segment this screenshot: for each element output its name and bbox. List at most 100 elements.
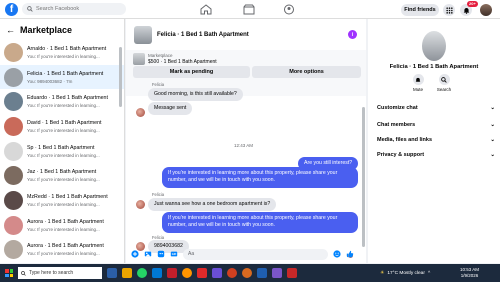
sender-avatar[interactable] [136, 108, 145, 117]
mark-as-pending-button[interactable]: Mark as pending [133, 66, 250, 78]
app-icon[interactable] [242, 268, 252, 278]
firefox-icon[interactable] [182, 268, 192, 278]
chat-panel: Felicia · 1 Bed 1 Bath Apartment i Marke… [126, 19, 366, 263]
sticker-icon[interactable] [157, 250, 165, 258]
file-explorer-icon[interactable] [122, 268, 132, 278]
sidebar-scrollbar[interactable] [119, 47, 122, 107]
tray-chevron-icon[interactable]: ^ [428, 271, 430, 276]
chat-header: Felicia · 1 Bed 1 Bath Apartment [126, 19, 366, 51]
message-thread: Felicia Good morning, is this still avai… [126, 79, 362, 258]
profile-avatar[interactable] [480, 4, 492, 16]
conversation-item[interactable]: Felicia · 1 Bed 1 Bath Apartment You: 989… [0, 64, 124, 90]
menu-button[interactable] [443, 4, 455, 16]
incoming-message[interactable]: Good morning, is this still available? [148, 88, 243, 102]
details-listing-thumbnail[interactable] [422, 31, 446, 61]
like-icon[interactable] [346, 250, 354, 258]
conversation-preview: You: If you're interested in learning... [27, 152, 100, 158]
search-action[interactable]: Search [433, 74, 455, 92]
outgoing-message[interactable]: If you're interested in learning more ab… [162, 212, 358, 233]
back-arrow-icon[interactable]: ← [6, 25, 15, 35]
gif-icon[interactable]: GIF [170, 250, 178, 258]
chevron-down-icon: ⌄ [490, 152, 495, 158]
photo-icon[interactable] [144, 250, 152, 258]
conversation-thumbnail [4, 166, 23, 186]
top-bar: f Find friends 20+ [0, 0, 500, 19]
more-options-button[interactable]: More options [252, 66, 361, 78]
conversation-thumbnail [4, 215, 23, 235]
store-icon[interactable] [152, 268, 162, 278]
message-input[interactable]: Aa [183, 248, 328, 260]
chevron-down-icon: ⌄ [490, 122, 495, 128]
find-friends-button[interactable]: Find friends [401, 4, 439, 16]
search-icon [21, 270, 26, 276]
windows-start-icon[interactable] [5, 269, 13, 277]
app-icon[interactable] [197, 268, 207, 278]
taskbar-clock[interactable]: 10:53 AM 1/9/2026 [460, 267, 479, 278]
conversation-thumbnail [4, 141, 23, 161]
marketplace-sidebar: ← Marketplace Arnaldo · 1 Bed 1 Bath Apa… [0, 19, 125, 263]
conversation-item[interactable]: Aurora · 1 Bed 1 Bath Apartment You: If y… [0, 213, 124, 238]
app-icon[interactable] [167, 268, 177, 278]
taskbar-search[interactable]: Type here to search [18, 267, 102, 279]
app-icon[interactable] [227, 268, 237, 278]
bell-icon [463, 7, 469, 14]
message-timestamp: 12:43 AM [234, 143, 254, 148]
conversation-item[interactable]: Arnaldo · 1 Bed 1 Bath Apartment You: If … [0, 40, 124, 65]
chat-members-section[interactable]: Chat members ⌄ [377, 122, 495, 128]
incoming-message[interactable]: Message sent [148, 102, 193, 116]
conversation-item[interactable]: You: If you're interested in learning... [0, 262, 124, 263]
clock-time: 10:53 AM [460, 267, 480, 272]
emoji-icon[interactable] [333, 250, 341, 258]
conversation-item[interactable]: David · 1 Bed 1 Bath Apartment You: If yo… [0, 114, 124, 139]
conversation-name: Arnaldo · 1 Bed 1 Bath Apartment [27, 45, 107, 52]
groups-icon[interactable] [283, 4, 295, 15]
outgoing-message[interactable]: If you're interested in learning more ab… [162, 167, 358, 188]
app-icon[interactable] [272, 268, 282, 278]
customize-chat-section[interactable]: Customize chat ⌄ [377, 105, 495, 111]
conversation-item[interactable]: Eduardo · 1 Bed 1 Bath Apartment You: If … [0, 89, 124, 114]
conversation-item[interactable]: MzRedd · 1 Bed 1 Bath Apartment You: If y… [0, 188, 124, 213]
incoming-message[interactable]: Just wanna see how a one bedroom apartme… [148, 198, 277, 212]
task-view-icon[interactable] [107, 268, 117, 278]
add-icon[interactable] [131, 250, 139, 258]
clock-date: 1/9/2026 [460, 272, 479, 278]
info-icon[interactable]: i [348, 30, 357, 39]
conversation-item[interactable]: Jaz · 1 Bed 1 Bath Apartment You: If you'… [0, 163, 124, 188]
facebook-logo-icon[interactable]: f [5, 2, 18, 16]
chat-scrollbar[interactable] [362, 107, 365, 247]
conversation-name: Eduardo · 1 Bed 1 Bath Apartment [27, 95, 108, 102]
sidebar-header: ← Marketplace [0, 19, 124, 40]
details-title: Felicia · 1 Bed 1 Bath Apartment [389, 64, 479, 70]
privacy-support-section[interactable]: Privacy & support ⌄ [377, 152, 495, 158]
conversation-name: David · 1 Bed 1 Bath Apartment [27, 119, 102, 126]
conversation-name: Aurora · 1 Bed 1 Bath Apartment [27, 243, 104, 250]
conversation-name: Aurora · 1 Bed 1 Bath Apartment [27, 218, 104, 225]
marketplace-icon[interactable] [243, 4, 255, 15]
listing-thumbnail[interactable] [133, 53, 145, 65]
svg-text:GIF: GIF [172, 252, 177, 256]
section-label: Chat members [377, 122, 416, 128]
conversation-list: Arnaldo · 1 Bed 1 Bath Apartment You: If … [0, 40, 124, 263]
whatsapp-icon[interactable] [137, 268, 147, 278]
chat-listing-thumbnail[interactable] [134, 25, 152, 44]
app-icon[interactable] [212, 268, 222, 278]
conversation-name: Felicia · 1 Bed 1 Bath Apartment [27, 70, 104, 77]
conversation-preview: You: If you're interested in learning... [27, 127, 100, 133]
conversation-item[interactable]: Sp · 1 Bed 1 Bath Apartment You: If you'r… [0, 139, 124, 164]
sender-avatar[interactable] [136, 200, 145, 209]
conversation-preview: You: If you're interested in learning... [27, 103, 100, 109]
app-icon[interactable] [257, 268, 267, 278]
conversation-item[interactable]: Aurora · 1 Bed 1 Bath Apartment You: If y… [0, 238, 124, 263]
mute-action[interactable]: Mute [407, 74, 429, 92]
chat-title[interactable]: Felicia · 1 Bed 1 Bath Apartment [157, 32, 249, 38]
listing-price[interactable]: $500 · 1 Bed 1 Bath Apartment [148, 59, 217, 65]
app-icon[interactable] [287, 268, 297, 278]
media-files-section[interactable]: Media, files and links ⌄ [377, 137, 495, 143]
conversation-thumbnail [4, 240, 23, 260]
weather-icon[interactable]: ☀ [380, 271, 384, 276]
section-label: Media, files and links [377, 137, 433, 143]
home-icon[interactable] [200, 4, 212, 15]
weather-text[interactable]: 17°C Mostly clear [387, 271, 425, 276]
search-input[interactable] [36, 6, 116, 12]
search-box[interactable] [22, 3, 126, 15]
